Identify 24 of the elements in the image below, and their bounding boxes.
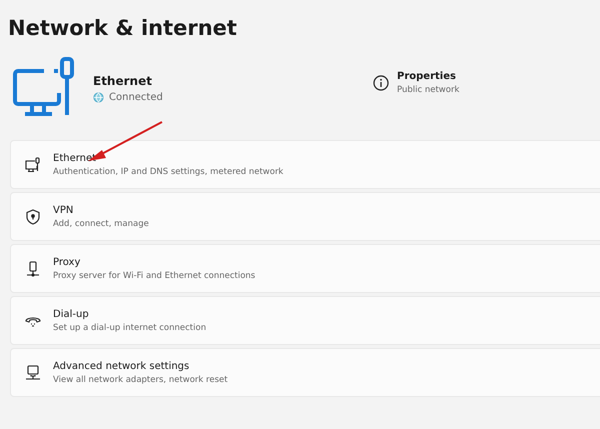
shield-icon	[24, 208, 42, 226]
item-description: Set up a dial-up internet connection	[53, 322, 206, 332]
item-description: View all network adapters, network reset	[53, 374, 228, 384]
computer-icon	[24, 156, 42, 174]
network-type: Public network	[397, 85, 460, 95]
page-title: Network & internet	[8, 15, 238, 42]
connection-name: Ethernet	[93, 74, 153, 88]
globe-icon	[93, 92, 104, 102]
settings-item[interactable]: Proxy Proxy server for Wi-Fi and Ethernet connections	[10, 244, 600, 293]
network-icon	[24, 364, 42, 382]
server-icon	[24, 260, 42, 278]
item-description: Add, connect, manage	[53, 218, 149, 228]
settings-item[interactable]: Dial-up Set up a dial-up internet connection	[10, 296, 600, 345]
properties-link[interactable]: Properties	[397, 71, 460, 82]
connection-status: Connected	[109, 92, 163, 102]
item-description: Authentication, IP and DNS settings, metered network	[53, 166, 284, 176]
settings-item[interactable]: VPN Add, connect, manage	[10, 192, 600, 241]
item-title: Proxy	[53, 256, 82, 268]
item-description: Proxy server for Wi-Fi and Ethernet connections	[53, 270, 256, 280]
item-title: Dial-up	[53, 308, 90, 320]
info-icon	[373, 75, 389, 91]
item-title: Advanced network settings	[53, 360, 190, 372]
settings-item[interactable]: Advanced network settings View all network adapters, network reset	[10, 348, 600, 397]
item-title: VPN	[53, 204, 74, 216]
